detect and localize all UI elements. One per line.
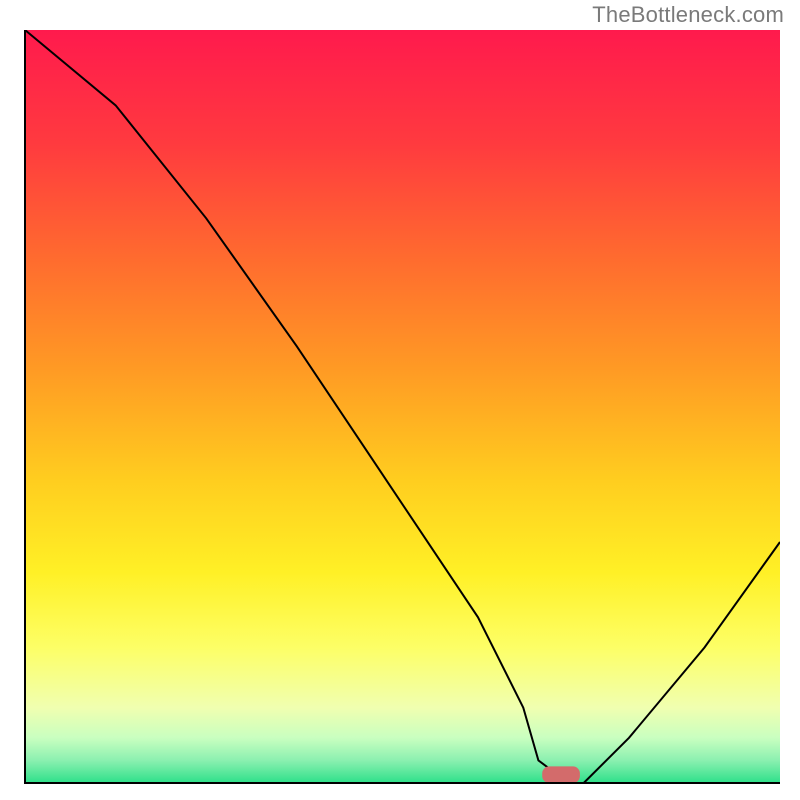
gradient-background (25, 30, 780, 783)
bottleneck-chart (0, 0, 800, 800)
target-marker (542, 766, 580, 783)
chart-container: TheBottleneck.com (0, 0, 800, 800)
